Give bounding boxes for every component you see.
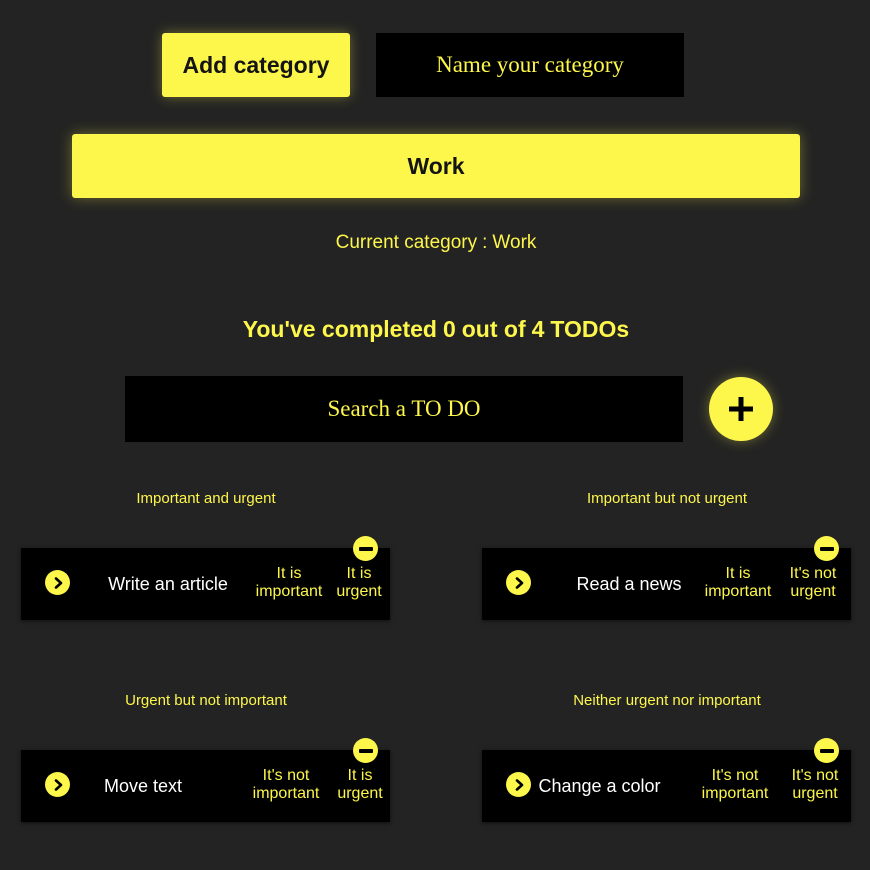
todo-text: Read a news [576, 573, 682, 594]
chevron-right-icon [515, 778, 523, 791]
urgency-tag: It's not urgent [784, 565, 842, 601]
minus-icon [358, 546, 373, 551]
current-category-separator: : [482, 232, 488, 253]
importance-line-1: It is [276, 565, 302, 582]
add-todo-button[interactable] [709, 377, 773, 441]
todo-card: Read a news It is important It's not urg… [482, 536, 851, 620]
importance-line-2: important [701, 785, 769, 802]
minus-icon [358, 748, 373, 753]
urgency-tag: It is urgent [333, 767, 387, 803]
category-work-button[interactable]: Work [72, 134, 800, 198]
remove-todo-button[interactable] [814, 738, 839, 763]
progress-middle: out of [461, 316, 526, 342]
quadrant-title-urgent-not-important: Urgent but not important [125, 692, 287, 709]
search-todo-input[interactable] [125, 376, 683, 442]
importance-line-2: important [704, 583, 772, 600]
progress-suffix: TODOs [550, 316, 630, 342]
category-name-input[interactable] [376, 33, 684, 97]
remove-todo-button[interactable] [353, 738, 378, 763]
urgency-line-1: It's not [789, 565, 837, 582]
urgency-line-2: urgent [790, 583, 836, 600]
quadrant-title-important-urgent: Important and urgent [136, 490, 276, 507]
progress-completed-count: 0 [442, 316, 456, 342]
progress-total-count: 4 [531, 316, 545, 342]
importance-line-1: It's not [711, 767, 759, 784]
importance-line-2: important [252, 785, 320, 802]
todo-card: Write an article It is important It is u… [21, 536, 390, 620]
chevron-right-icon [54, 778, 62, 791]
importance-tag: It is important [704, 565, 772, 601]
plus-icon [729, 397, 753, 421]
current-category-label: Current category [335, 232, 478, 253]
urgency-tag: It's not urgent [785, 767, 845, 803]
todo-card: Move text It's not important It is urgen… [21, 738, 390, 822]
importance-tag: It's not important [251, 767, 321, 803]
urgency-line-1: It's not [791, 767, 839, 784]
importance-tag: It's not important [700, 767, 770, 803]
add-category-button[interactable]: Add category [162, 33, 350, 97]
urgency-line-2: urgent [336, 583, 382, 600]
minus-icon [819, 546, 834, 551]
complete-todo-button[interactable] [506, 570, 531, 595]
current-category: Current category: Work [0, 232, 870, 254]
chevron-right-icon [515, 576, 523, 589]
urgency-line-1: It is [347, 767, 373, 784]
quadrant-title-important-not-urgent: Important but not urgent [586, 490, 748, 507]
importance-tag: It is important [255, 565, 323, 601]
urgency-line-2: urgent [337, 785, 383, 802]
complete-todo-button[interactable] [506, 772, 531, 797]
todo-text: Move text [103, 775, 183, 796]
quadrant-title-neither: Neither urgent nor important [573, 692, 761, 709]
urgency-line-2: urgent [792, 785, 838, 802]
current-category-value: Work [492, 232, 537, 253]
progress-prefix: You've completed [242, 316, 437, 342]
importance-line-2: important [255, 583, 323, 600]
progress-summary: You've completed 0 out of 4 TODOs [0, 316, 870, 343]
todo-card: Change a color It's not important It's n… [482, 738, 851, 822]
urgency-line-1: It is [346, 565, 372, 582]
chevron-right-icon [54, 576, 62, 589]
remove-todo-button[interactable] [353, 536, 378, 561]
urgency-tag: It is urgent [332, 565, 386, 601]
minus-icon [819, 748, 834, 753]
importance-line-1: It's not [262, 767, 310, 784]
todo-text: Change a color [538, 775, 661, 796]
importance-line-1: It is [725, 565, 751, 582]
complete-todo-button[interactable] [45, 772, 70, 797]
todo-text: Write an article [108, 573, 228, 594]
complete-todo-button[interactable] [45, 570, 70, 595]
remove-todo-button[interactable] [814, 536, 839, 561]
